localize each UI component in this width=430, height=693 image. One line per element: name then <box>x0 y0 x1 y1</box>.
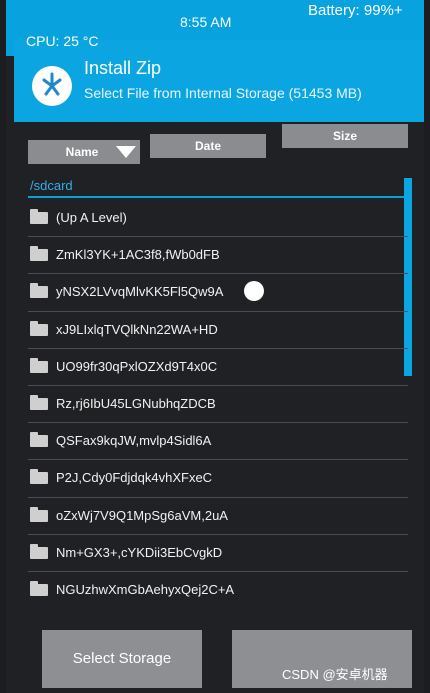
twrp-logo-icon <box>32 66 72 106</box>
list-item-label: UO99fr30qPxlOZXd9T4x0C <box>56 358 218 374</box>
list-item[interactable]: UO99fr30qPxlOZXd9T4x0C <box>28 349 408 386</box>
sort-date-button[interactable]: Date <box>150 134 266 158</box>
list-item-label: xJ9LIxlqTVQlkNn22WA+HD <box>56 321 218 337</box>
list-item[interactable]: NGUzhwXmGbAehyxQej2C+A <box>28 572 408 608</box>
folder-icon <box>30 320 48 336</box>
folder-icon <box>30 394 48 410</box>
list-item-label: P2J,Cdy0Fdjdqk4vhXFxeC <box>56 470 213 486</box>
list-item[interactable]: QSFax9kqJW,mvlp4Sidl6A <box>28 423 408 461</box>
list-item-label: (Up A Level) <box>56 210 127 225</box>
list-item-label: Nm+GX3+,cYKDii3EbCvgkD <box>56 544 223 560</box>
list-item[interactable]: (Up A Level) <box>28 200 408 238</box>
path-divider <box>28 196 408 198</box>
list-item[interactable]: ZmKl3YK+1AC3f8,fWb0dFB <box>28 237 408 275</box>
current-path: /sdcard <box>30 178 73 193</box>
list-item[interactable]: yNSX2LVvqMlvKK5Fl5Qw9A <box>28 274 408 312</box>
list-item-label: yNSX2LVvqMlvKK5Fl5Qw9A <box>56 284 224 300</box>
list-item[interactable]: xJ9LIxlqTVQlkNn22WA+HD <box>28 312 408 349</box>
folder-icon <box>30 209 48 224</box>
list-item[interactable]: P2J,Cdy0Fdjdqk4vhXFxeC <box>28 460 408 498</box>
select-storage-button[interactable]: Select Storage <box>42 630 202 688</box>
list-item-label: ZmKl3YK+1AC3f8,fWb0dFB <box>56 247 220 263</box>
folder-icon <box>30 580 48 596</box>
watermark: CSDN @安卓机器 <box>282 667 388 682</box>
list-item[interactable]: Rz,rj6IbU45LGNubhqZDCB <box>28 386 408 424</box>
folder-icon <box>30 543 48 559</box>
twrp-screen: 8:55 AM Battery: 99%+ Install Zip Select… <box>6 0 424 693</box>
folder-icon <box>30 357 48 373</box>
page-title: Install Zip <box>84 58 162 78</box>
list-item[interactable]: oZxWj7V9Q1MpSg6aVM,2uA <box>28 498 408 535</box>
status-cpu: CPU: 25 °C <box>26 33 99 49</box>
list-item-label: oZxWj7V9Q1MpSg6aVM,2uA <box>56 507 228 523</box>
folder-icon <box>30 432 48 448</box>
touch-indicator-icon <box>244 281 264 302</box>
sort-name-label: Name <box>65 145 99 159</box>
folder-icon <box>30 246 48 262</box>
list-item-label: Rz,rj6IbU45LGNubhqZDCB <box>56 395 216 411</box>
folder-icon <box>30 283 48 299</box>
folder-icon <box>30 469 48 485</box>
file-list: (Up A Level) ZmKl3YK+1AC3f8,fWb0dFB yNSX… <box>28 200 408 608</box>
list-item[interactable]: Nm+GX3+,cYKDii3EbCvgkD <box>28 535 408 572</box>
header: Install Zip Select File from Internal St… <box>14 40 424 122</box>
page-subtitle: Select File from Internal Storage (51453… <box>84 85 362 101</box>
list-item-label: QSFax9kqJW,mvlp4Sidl6A <box>56 433 212 449</box>
sort-size-button[interactable]: Size <box>282 124 408 148</box>
sort-name-button[interactable]: Name <box>28 140 140 164</box>
list-item-label: NGUzhwXmGbAehyxQej2C+A <box>56 581 235 597</box>
folder-icon <box>30 506 48 522</box>
chevron-down-icon <box>116 146 136 158</box>
status-time: 8:55 AM <box>180 14 232 30</box>
status-battery: Battery: 99%+ <box>308 2 403 19</box>
